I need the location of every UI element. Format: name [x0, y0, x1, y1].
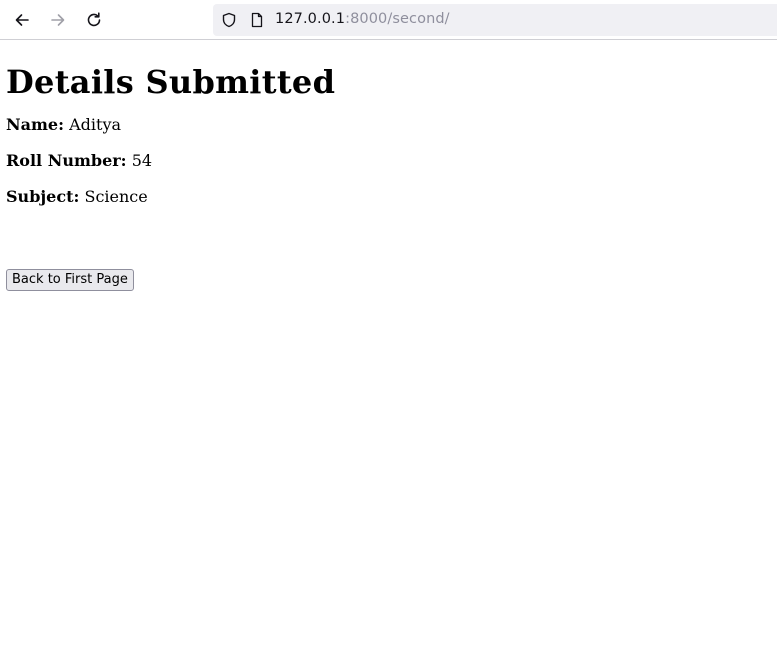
roll-number-label: Roll Number: [6, 151, 127, 170]
subject-label: Subject: [6, 187, 80, 206]
shield-icon[interactable] [221, 12, 237, 28]
name-field: Name: Aditya [6, 115, 777, 135]
arrow-left-icon [15, 14, 29, 26]
browser-toolbar: 127.0.0.1:8000/second/ [0, 0, 777, 40]
arrow-right-icon [51, 14, 65, 26]
reload-button[interactable] [80, 6, 108, 34]
subject-value: Science [84, 187, 148, 206]
roll-number-field: Roll Number: 54 [6, 151, 777, 171]
url-path: :8000/second/ [345, 11, 450, 27]
forward-button[interactable] [44, 6, 72, 34]
back-to-first-page-button[interactable]: Back to First Page [6, 269, 134, 291]
address-bar[interactable]: 127.0.0.1:8000/second/ [213, 4, 777, 36]
url-host: 127.0.0.1 [275, 11, 346, 27]
page-content: Details Submitted Name: Aditya Roll Numb… [6, 41, 777, 291]
roll-number-value: 54 [131, 151, 153, 170]
page-title: Details Submitted [6, 63, 336, 101]
name-label: Name: [6, 115, 65, 134]
reload-icon [87, 12, 101, 27]
page-icon[interactable] [249, 12, 265, 28]
back-button[interactable] [8, 6, 36, 34]
name-value: Aditya [69, 115, 122, 134]
subject-field: Subject: Science [6, 187, 777, 207]
url-text[interactable]: 127.0.0.1:8000/second/ [275, 11, 450, 27]
